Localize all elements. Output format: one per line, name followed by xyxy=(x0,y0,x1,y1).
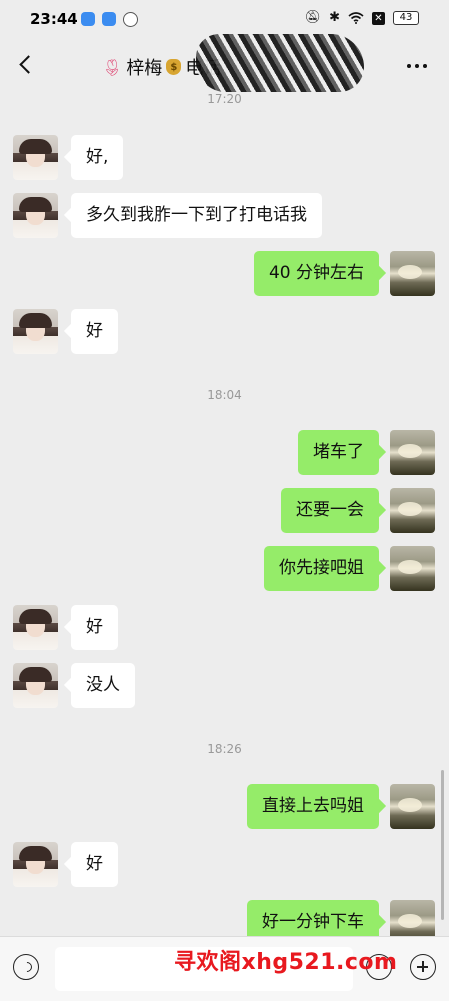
timestamp: 17:20 xyxy=(207,94,242,106)
message-bubble[interactable]: 堵车了 xyxy=(298,430,379,475)
bluetooth-icon: ✱ xyxy=(329,10,340,25)
avatar[interactable] xyxy=(13,663,58,708)
scrollbar[interactable] xyxy=(441,770,444,920)
message-bubble[interactable]: 好, xyxy=(71,135,124,180)
avatar[interactable] xyxy=(13,842,58,887)
chevron-left-icon[interactable] xyxy=(16,53,36,77)
mute-icon: 🔕︎ xyxy=(304,10,322,25)
avatar[interactable] xyxy=(390,251,435,296)
avatar[interactable] xyxy=(390,900,435,936)
battery-icon: 43 xyxy=(393,11,419,25)
app-icon xyxy=(102,12,116,26)
app-icon xyxy=(123,12,138,27)
message-list[interactable]: 17:20 好, 多久到我胙一下到了打电话我 40 分钟左右 好 18:04 堵… xyxy=(0,94,449,936)
voice-icon[interactable] xyxy=(13,954,39,980)
more-icon[interactable] xyxy=(407,64,427,68)
money-bag-icon: $ xyxy=(166,59,182,75)
message-bubble[interactable]: 你先接吧姐 xyxy=(264,546,379,591)
avatar[interactable] xyxy=(390,488,435,533)
avatar[interactable] xyxy=(390,430,435,475)
watermark: 寻欢阁xhg521.com xyxy=(174,950,398,975)
avatar[interactable] xyxy=(13,135,58,180)
redaction-scribble xyxy=(196,34,364,92)
contact-name: 梓梅 xyxy=(126,58,163,79)
timestamp: 18:26 xyxy=(207,742,242,756)
timestamp: 18:04 xyxy=(207,388,242,402)
message-bubble[interactable]: 多久到我胙一下到了打电话我 xyxy=(71,193,322,238)
tulip-icon: 🌷︎ xyxy=(102,57,123,77)
chat-header: 🌷︎ 梓梅 $ 电话 xyxy=(0,34,449,94)
avatar[interactable] xyxy=(13,193,58,238)
avatar[interactable] xyxy=(390,546,435,591)
status-icons: 🔕︎ ✱ ✕ 43 xyxy=(305,11,419,25)
sim-off-icon: ✕ xyxy=(372,11,385,25)
app-icon xyxy=(81,12,95,26)
message-bubble[interactable]: 40 分钟左右 xyxy=(253,251,379,296)
message-bubble[interactable]: 好 xyxy=(71,309,118,354)
message-bubble[interactable]: 好 xyxy=(71,842,118,887)
avatar[interactable] xyxy=(13,309,58,354)
message-bubble[interactable]: 还要一会 xyxy=(281,488,379,533)
plus-icon[interactable] xyxy=(410,954,436,980)
message-bubble[interactable]: 没人 xyxy=(71,663,135,708)
status-time: 23:44 xyxy=(30,10,78,28)
message-bubble[interactable]: 直接上去吗姐 xyxy=(247,784,379,829)
message-bubble[interactable]: 好一分钟下车 xyxy=(247,900,379,936)
avatar[interactable] xyxy=(13,605,58,650)
avatar[interactable] xyxy=(390,784,435,829)
wifi-icon xyxy=(348,12,364,24)
message-bubble[interactable]: 好 xyxy=(71,605,118,650)
